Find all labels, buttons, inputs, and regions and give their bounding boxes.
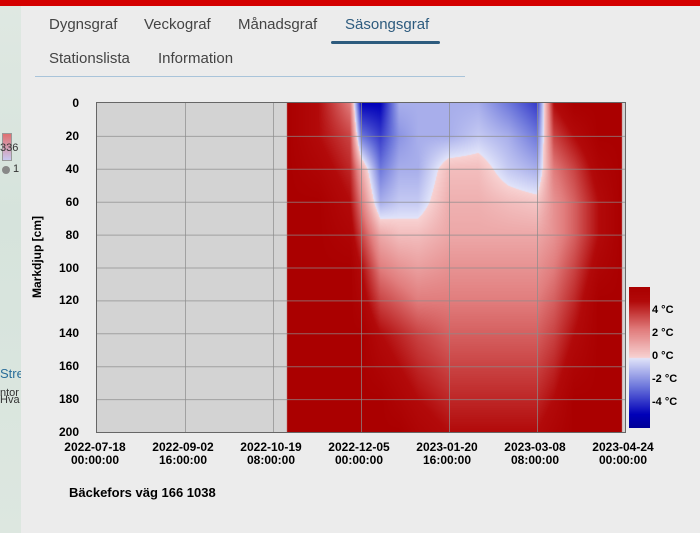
y-tick-label: 60	[65, 194, 79, 209]
colorbar-label: -4 °C	[652, 396, 678, 408]
tab-stationslista[interactable]: Stationslista	[49, 50, 130, 67]
map-marker-icon[interactable]	[2, 166, 10, 174]
x-tick-time: 08:00:00	[246, 453, 296, 467]
colorbar-label: 4 °C	[652, 304, 674, 316]
station-name: Bäckefors väg 166 1038	[69, 485, 216, 500]
y-tick-label: 140	[58, 326, 79, 341]
map-count: 1	[13, 163, 20, 175]
x-tick-time: 16:00:00	[158, 453, 208, 467]
x-tick-label: 2023-04-24 00:00:00	[583, 441, 663, 467]
colorbar-label: 2 °C	[652, 327, 674, 339]
y-tick-label: 100	[58, 260, 79, 275]
tab-dygnsgraf[interactable]: Dygnsgraf	[49, 16, 117, 33]
x-tick-time: 00:00:00	[70, 453, 120, 467]
tab-sasongsgraf[interactable]: Säsongsgraf	[345, 16, 429, 33]
y-tick-label: 40	[65, 161, 79, 176]
x-tick-time: 08:00:00	[510, 453, 560, 467]
x-tick-label: 2022-09-02 16:00:00	[143, 441, 223, 467]
tab-veckograf[interactable]: Veckograf	[144, 16, 211, 33]
x-tick-time: 00:00:00	[598, 453, 648, 467]
colorbar-label: -2 °C	[652, 373, 678, 385]
active-tab-indicator	[331, 41, 440, 44]
x-tick-time: 00:00:00	[334, 453, 384, 467]
y-tick-label: 200	[58, 425, 79, 439]
y-axis-title: Markdjup [cm]	[30, 215, 45, 299]
y-tick-label: 120	[58, 293, 79, 308]
heatmap-plot	[97, 103, 625, 432]
y-tick-label: 180	[58, 392, 79, 407]
map-value: 336	[0, 142, 19, 154]
top-bar	[0, 0, 700, 6]
tab-information[interactable]: Information	[158, 50, 233, 67]
y-tick-label: 80	[65, 227, 79, 242]
x-tick-label: 2023-01-20 16:00:00	[407, 441, 487, 467]
colorbar	[629, 287, 650, 428]
x-tick-time: 16:00:00	[422, 453, 472, 467]
x-tick-label: 2022-10-19 08:00:00	[231, 441, 311, 467]
x-tick-label: 2022-12-05 00:00:00	[319, 441, 399, 467]
map-place: Stre	[0, 366, 21, 381]
y-tick-label: 0	[72, 96, 79, 110]
x-tick-label: 2023-03-08 08:00:00	[495, 441, 575, 467]
y-tick-label: 20	[65, 128, 79, 143]
tab-divider	[35, 76, 465, 77]
y-tick-label: 160	[58, 359, 79, 374]
map-strip[interactable]: 336 1 Stre ntor Hva	[0, 6, 21, 533]
colorbar-label: 0 °C	[652, 350, 674, 362]
tab-manadsgraf[interactable]: Månadsgraf	[238, 16, 317, 33]
x-tick-label: 2022-07-18 00:00:00	[55, 441, 135, 467]
map-place: Hva	[0, 394, 20, 406]
